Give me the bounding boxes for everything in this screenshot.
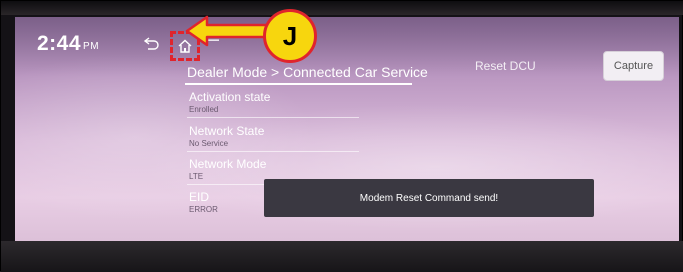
info-value: No Service [189,139,229,148]
breadcrumb-underline [185,83,412,85]
breadcrumb: Dealer Mode > Connected Car Service [187,64,428,80]
info-item-network-state: Network State No Service [189,124,359,149]
infotainment-screen: 2:44 PM Dealer Mode > Connected Car Servi… [15,17,679,243]
divider [187,151,359,152]
divider [187,117,359,118]
photo-frame: 2:44 PM Dealer Mode > Connected Car Servi… [0,0,683,272]
callout-badge: J [263,9,317,63]
clock-time: 2:44 [37,32,82,55]
toast-message: Modem Reset Command send! [264,179,594,217]
info-value: Enrolled [189,105,219,114]
clock: 2:44 PM [37,32,99,56]
back-icon[interactable] [143,35,161,51]
clock-ampm: PM [83,41,100,52]
info-label: Network Mode [189,157,267,171]
display-bezel-bottom [1,241,683,272]
info-label: Activation state [189,90,271,104]
info-item-activation-state: Activation state Enrolled [189,90,359,115]
display-bezel-top [1,1,683,15]
capture-button[interactable]: Capture [603,51,664,81]
reset-dcu-button[interactable]: Reset DCU [475,59,536,73]
info-label: Network State [189,124,265,138]
